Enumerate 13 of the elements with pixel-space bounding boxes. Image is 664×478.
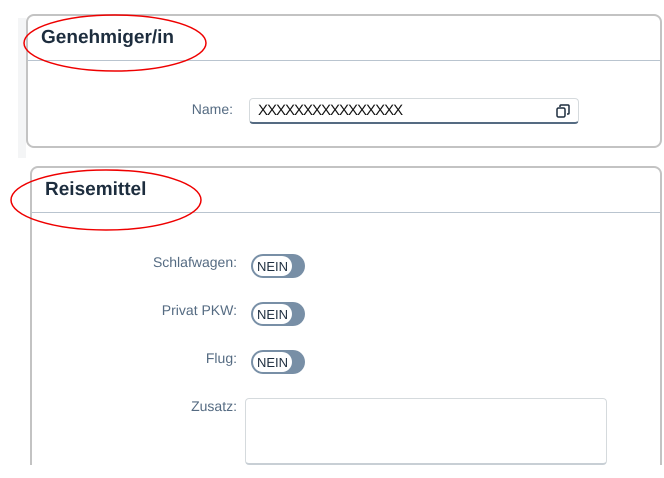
- note-field[interactable]: [245, 398, 607, 465]
- section-title: Genehmiger/in: [41, 27, 174, 49]
- toggle-switch[interactable]: NEIN: [251, 254, 305, 278]
- section-title: Reisemittel: [45, 179, 146, 201]
- field-label: Schlafwagen:: [152, 254, 237, 270]
- name-field[interactable]: XXXXXXXXXXXXXXXX: [249, 98, 579, 124]
- copy-icon[interactable]: [556, 104, 570, 118]
- toggle-switch[interactable]: NEIN: [251, 350, 305, 374]
- field-label: Name:: [190, 100, 233, 117]
- field-label: Privat PKW:: [160, 302, 237, 318]
- field-label: Zusatz:: [190, 398, 237, 414]
- toggle-switch[interactable]: NEIN: [251, 302, 305, 326]
- field-label: Flug:: [204, 350, 237, 366]
